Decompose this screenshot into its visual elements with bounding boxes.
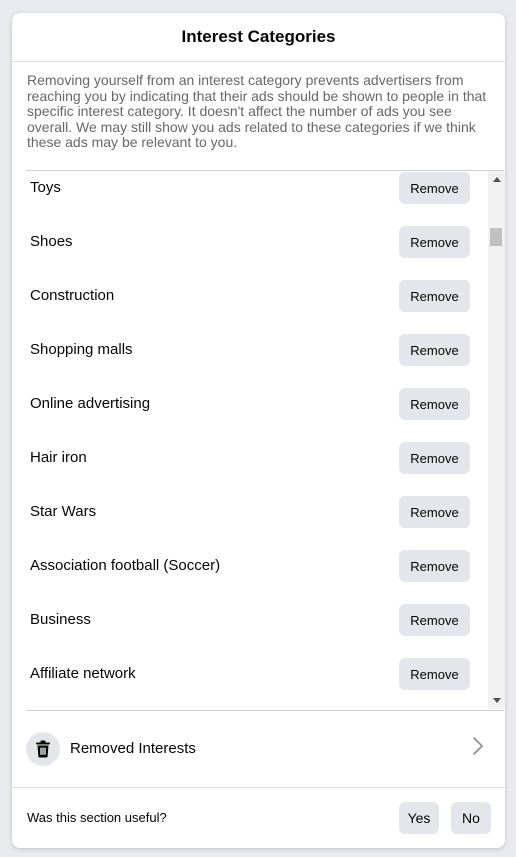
interest-list: Toys Remove Shoes Remove Construction Re… (26, 171, 490, 709)
interest-row: Affiliate network Remove (26, 657, 490, 709)
dialog-header: Interest Categories (12, 13, 505, 62)
scroll-up-arrow-icon[interactable] (488, 171, 505, 188)
remove-button[interactable]: Remove (399, 334, 470, 366)
interest-row: Shopping malls Remove (26, 333, 490, 387)
interest-row: Business Remove (26, 603, 490, 657)
interest-row: Toys Remove (26, 171, 490, 225)
interest-row: Association football (Soccer) Remove (26, 549, 490, 603)
interest-label: Hair iron (30, 449, 87, 466)
interest-label: Online advertising (30, 395, 151, 412)
feedback-question: Was this section useful? (27, 810, 167, 825)
chevron-right-icon (472, 736, 484, 761)
feedback-footer: Was this section useful? Yes No (12, 788, 505, 848)
scroll-thumb[interactable] (490, 228, 502, 246)
remove-button[interactable]: Remove (399, 280, 470, 312)
remove-button[interactable]: Remove (399, 388, 470, 420)
interest-label: Shoes (30, 233, 73, 250)
interest-row: Construction Remove (26, 279, 490, 333)
remove-button[interactable]: Remove (399, 226, 470, 258)
interest-label: Association football (Soccer) (30, 557, 221, 574)
interest-label: Construction (30, 287, 115, 304)
trash-icon (26, 732, 60, 766)
removed-interests-label: Removed Interests (70, 740, 196, 757)
interest-label: Affiliate network (30, 665, 136, 682)
list-scrollbar[interactable] (488, 171, 505, 709)
scroll-down-arrow-icon[interactable] (488, 692, 505, 709)
dialog-description: Removing yourself from an interest categ… (27, 72, 487, 150)
interest-label: Business (30, 611, 91, 628)
remove-button[interactable]: Remove (399, 658, 470, 690)
interest-row: Shoes Remove (26, 225, 490, 279)
removed-interests-link[interactable]: Removed Interests (12, 711, 505, 788)
remove-button[interactable]: Remove (399, 442, 470, 474)
interest-row: Hair iron Remove (26, 441, 490, 495)
dialog-title: Interest Categories (181, 27, 336, 46)
interest-label: Star Wars (30, 503, 97, 520)
remove-button[interactable]: Remove (399, 172, 470, 204)
interest-label: Toys (30, 179, 61, 196)
remove-button[interactable]: Remove (399, 550, 470, 582)
interest-label: Shopping malls (30, 341, 133, 358)
remove-button[interactable]: Remove (399, 604, 470, 636)
no-button[interactable]: No (451, 802, 491, 834)
yes-button[interactable]: Yes (399, 802, 439, 834)
interest-categories-dialog: Interest Categories Removing yourself fr… (12, 13, 505, 848)
interest-row: Online advertising Remove (26, 387, 490, 441)
interest-row: Star Wars Remove (26, 495, 490, 549)
remove-button[interactable]: Remove (399, 496, 470, 528)
